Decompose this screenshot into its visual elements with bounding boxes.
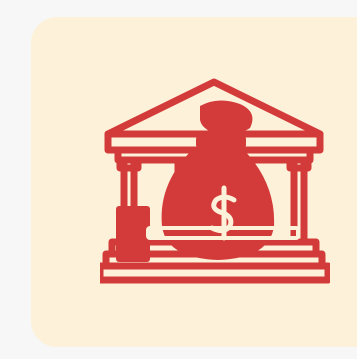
bank-money-bag-icon bbox=[100, 78, 330, 284]
page bbox=[0, 0, 357, 359]
